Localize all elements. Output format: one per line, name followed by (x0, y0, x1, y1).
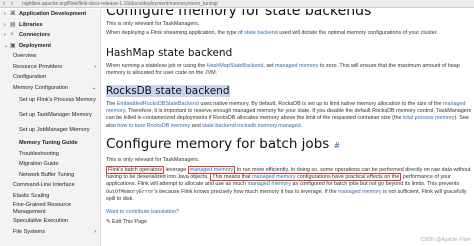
paragraph: Want to contribute translation? (106, 209, 474, 216)
link-managed-memory[interactable]: managed memory (275, 63, 318, 69)
sidebar-item-taskmanager-memory[interactable]: Set up TaskManager Memory (0, 108, 100, 123)
heading-hashmap: HashMap state backend (106, 46, 233, 59)
docs-sidebar: › ⌘ Application Development › ▤ Librarie… (0, 9, 101, 246)
heading-batch-jobs: Configure memory for batch jobs # (106, 136, 341, 153)
highlight-box: Flink's batch operators (106, 165, 165, 174)
address-bar[interactable]: nightlies.apache.org/flink/flink-docs-re… (22, 1, 222, 7)
sidebar-item-overview[interactable]: Overview (0, 51, 100, 62)
plug-icon: ⚡ (10, 32, 15, 38)
edit-icon: ✎ (106, 219, 111, 226)
sidebar-item-configuration[interactable]: Configuration (0, 72, 100, 83)
link-contribute-translation[interactable]: Want to contribute translation? (106, 209, 179, 215)
link-total-process-memory[interactable]: total process memory (403, 115, 455, 121)
sidebar-item-speculative-execution[interactable]: Speculative Execution (0, 216, 100, 227)
link-managed-memory[interactable]: managed memory (338, 189, 381, 195)
anchor-link-icon[interactable]: # (334, 141, 341, 150)
sidebar-item-libraries[interactable]: › ▤ Libraries (0, 20, 100, 31)
paragraph: Flink's batch operators leverage managed… (106, 165, 471, 203)
sidebar-item-fine-grained-resource-management[interactable]: Fine-Grained Resource Management (0, 201, 100, 216)
paragraph: The EmbeddedRocksDBStateBackend uses nat… (106, 100, 472, 129)
sidebar-item-deployment[interactable]: ⌄ ▣ Deployment (0, 41, 100, 52)
sidebar-item-memory-configuration[interactable]: Memory Configuration ⌄ (0, 83, 100, 94)
highlight-box: This means that managed memory configura… (210, 173, 402, 182)
sidebar-item-memory-tuning-guide[interactable]: Memory Tuning Guide (0, 138, 100, 149)
paragraph: This is only relevant for TaskManagers. (106, 157, 200, 164)
sidebar-item-cli[interactable]: Command-Line Interface (0, 180, 100, 191)
doc-content: Configure memory for state backends This… (101, 9, 474, 246)
sidebar-item-migration-guide[interactable]: Migration Guide (0, 159, 100, 170)
link-embeddedrocksdbstatebackend[interactable]: EmbeddedRocksDBStateBackend (117, 101, 199, 107)
watermark: CSDN @Apache Flink (420, 237, 470, 243)
link-managed-memory[interactable]: managed memory (247, 181, 290, 187)
sidebar-item-elastic-scaling[interactable]: Elastic Scaling (0, 191, 100, 202)
paragraph: When deploying a Flink streaming applica… (106, 30, 438, 37)
heading-rocksdb: RocksDB state backend (106, 84, 230, 97)
code-outofmemoryerror: OutOfMemoryError (106, 188, 155, 195)
library-icon: ▤ (10, 21, 16, 28)
link-state-backend[interactable]: state backend (244, 30, 278, 36)
back-arrow-icon[interactable]: ‹ (0, 0, 8, 8)
edit-this-page-link[interactable]: ✎ Edit This Page (106, 219, 474, 225)
chevron-right-icon: › (94, 63, 96, 70)
chevron-right-icon: › (94, 228, 96, 235)
sidebar-item-resource-providers[interactable]: Resource Providers › (0, 62, 100, 73)
paragraph: This is only relevant for TaskManagers. (106, 21, 200, 27)
sidebar-item-troubleshooting[interactable]: Troubleshooting (0, 149, 100, 160)
code-icon: ⌘ (10, 11, 16, 17)
browser-toolbar: ‹ › nightlies.apache.org/flink/flink-doc… (0, 0, 474, 8)
link-tune-rocksdb-memory[interactable]: how to tune RocksDB memory (117, 123, 190, 129)
sidebar-item-network-buffer-tuning[interactable]: Network Buffer Tuning (0, 170, 100, 181)
server-icon: ▣ (10, 42, 16, 49)
heading-state-backends: Configure memory for state backends (106, 9, 372, 19)
sidebar-item-jobmanager-memory[interactable]: Set up JobManager Memory (0, 123, 100, 138)
sidebar-item-file-systems[interactable]: File Systems › (0, 227, 100, 238)
sidebar-item-process-memory[interactable]: Set up Flink's Process Memory (0, 93, 100, 108)
chevron-down-icon: ⌄ (91, 84, 96, 91)
paragraph: When running a stateless job or using th… (106, 62, 460, 77)
link-rocksdb-memory-managed[interactable]: state.backend.rocksdb.memory.managed (202, 123, 300, 129)
sidebar-item-connectors[interactable]: › ⚡ Connectors (0, 30, 100, 41)
link-hashmapstatebackend[interactable]: HashMapStateBackend (207, 63, 264, 69)
forward-arrow-icon[interactable]: › (8, 0, 16, 8)
sidebar-item-application-development[interactable]: › ⌘ Application Development (0, 9, 100, 20)
link-managed-memory[interactable]: managed memory (252, 174, 295, 180)
